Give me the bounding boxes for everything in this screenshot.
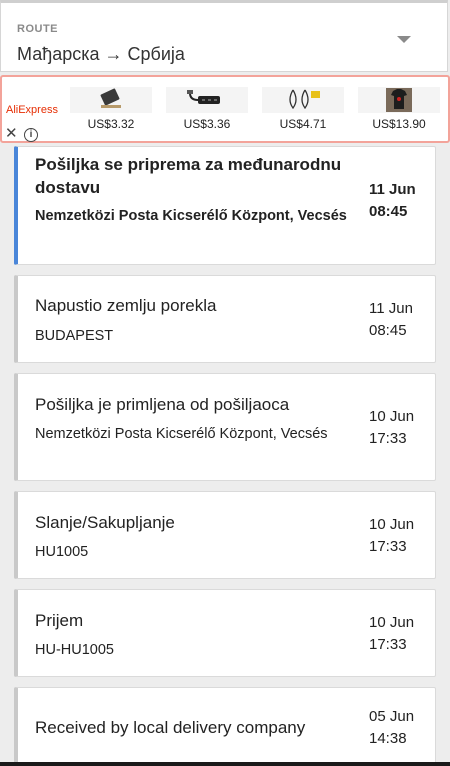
event-time: 17:33	[369, 430, 407, 447]
tracking-event-card[interactable]: Napustio zemlju porekla BUDAPEST 11 Jun …	[14, 275, 436, 363]
event-date: 11 Jun	[369, 181, 416, 198]
event-time: 08:45	[369, 322, 407, 339]
aliexpress-logo: AliExpress	[6, 104, 58, 116]
event-status: Slanje/Sakupljanje	[35, 513, 175, 532]
system-navigation-bar	[0, 762, 450, 766]
event-date: 10 Jun	[369, 614, 415, 631]
event-location: HU-HU1005	[35, 642, 114, 658]
ad-product[interactable]: US$3.32	[70, 87, 152, 141]
ad-price: US$4.71	[279, 117, 327, 131]
ad-product[interactable]: US$4.71	[262, 87, 344, 141]
event-status: Napustio zemlju porekla	[35, 296, 217, 315]
tracking-event-card[interactable]: Received by local delivery company 05 Ju…	[14, 687, 436, 766]
ad-product[interactable]: US$13.90	[358, 87, 440, 141]
event-time: 17:33	[369, 636, 407, 653]
event-date: 11 Jun	[369, 300, 413, 317]
chevron-down-icon[interactable]	[397, 36, 411, 43]
ad-product[interactable]: US$3.36	[166, 87, 248, 141]
event-date: 10 Jun	[369, 516, 415, 533]
event-location: Nemzetközi Posta Kicserélő Központ, Vecs…	[35, 426, 328, 442]
event-status: Prijem	[35, 611, 84, 630]
info-icon[interactable]: i	[24, 128, 38, 142]
ad-price: US$13.90	[372, 117, 426, 131]
tracking-event-card[interactable]: Prijem HU-HU1005 10 Jun 17:33	[14, 589, 436, 677]
route-value: Мађарска → Србија	[17, 44, 185, 64]
route-label: ROUTE	[17, 23, 58, 35]
earrings-icon	[262, 87, 344, 113]
event-date: 05 Jun	[369, 708, 415, 725]
event-date: 10 Jun	[369, 408, 415, 425]
close-icon[interactable]: ✕	[5, 126, 18, 141]
event-time: 08:45	[369, 203, 408, 220]
tablet-stand-icon	[70, 87, 152, 113]
ad-price: US$3.36	[183, 117, 231, 131]
event-status: Pošiljka je primljena od pošiljaoca	[35, 395, 290, 414]
event-location: BUDAPEST	[35, 328, 114, 344]
usb-hub-icon	[166, 87, 248, 113]
event-status: Pošiljka se priprema za međunarodnu dost…	[35, 155, 342, 197]
tracking-event-card[interactable]: Pošiljka se priprema za međunarodnu dost…	[14, 146, 436, 265]
tracking-event-card[interactable]: Pošiljka je primljena od pošiljaoca Nemz…	[14, 373, 436, 481]
event-status: Received by local delivery company	[35, 718, 306, 737]
event-time: 17:33	[369, 538, 407, 555]
ad-price: US$3.32	[87, 117, 135, 131]
event-location: HU1005	[35, 544, 89, 560]
event-location: Nemzetközi Posta Kicserélő Központ, Vecs…	[35, 208, 347, 224]
event-time: 14:38	[369, 730, 407, 747]
route-selector[interactable]: ROUTE Мађарска → Србија	[0, 0, 448, 72]
tshirt-icon	[358, 87, 440, 113]
ad-banner[interactable]: AliExpress ✕ i US$3.32 US$3.36 US$4.71 U…	[0, 75, 450, 143]
tracking-event-card[interactable]: Slanje/Sakupljanje HU1005 10 Jun 17:33	[14, 491, 436, 579]
